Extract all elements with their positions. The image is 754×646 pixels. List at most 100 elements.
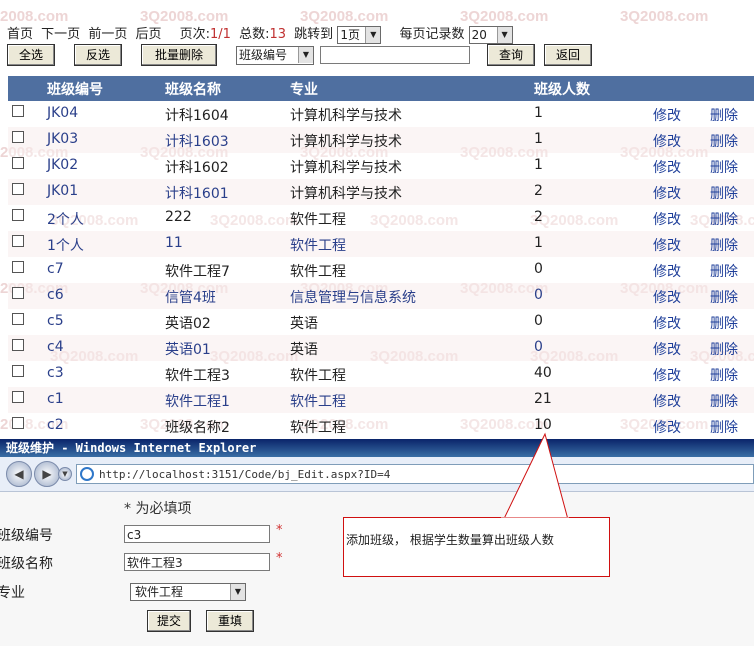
edit-link[interactable]: 修改	[653, 261, 681, 281]
cell-major: 英语	[290, 316, 318, 332]
cell-count: 0	[534, 313, 543, 329]
edit-link[interactable]: 修改	[653, 105, 681, 125]
row-checkbox[interactable]	[12, 235, 24, 247]
major-select-value: 软件工程	[135, 585, 184, 599]
forward-arrow-icon[interactable]: ▶	[34, 461, 60, 487]
cell-class-name: 11	[165, 235, 183, 251]
cell-count: 10	[534, 417, 552, 433]
cell-class-name: 英语01	[165, 342, 211, 358]
delete-link[interactable]: 删除	[710, 131, 738, 151]
delete-link[interactable]: 删除	[710, 339, 738, 359]
edit-link[interactable]: 修改	[653, 365, 681, 385]
goto-label: 跳转到	[294, 27, 334, 42]
window-title: 班级维护 - Windows Internet Explorer	[6, 441, 257, 455]
col-header-class-id: 班级编号	[47, 82, 103, 98]
cell-count: 0	[534, 339, 543, 355]
cell-class-name: 软件工程7	[165, 264, 230, 280]
cell-class-name: 222	[165, 209, 192, 225]
search-field-select[interactable]: 班级编号 ▼	[236, 46, 314, 65]
back-button[interactable]: 返回	[544, 44, 592, 66]
page-value: 1/1	[210, 27, 231, 42]
chevron-down-icon: ▼	[298, 47, 313, 63]
table-row: c2 班级名称2 软件工程 10 修改 删除	[8, 413, 754, 439]
prev-page-link[interactable]: 前一页	[88, 27, 127, 42]
class-name-input[interactable]: 软件工程3	[124, 553, 270, 571]
ie-title-bar: 班级维护 - Windows Internet Explorer	[0, 439, 754, 457]
history-dropdown-icon[interactable]: ▼	[58, 467, 72, 481]
class-id-input[interactable]: c3	[124, 525, 270, 543]
row-checkbox[interactable]	[12, 209, 24, 221]
delete-link[interactable]: 删除	[710, 287, 738, 307]
delete-link[interactable]: 删除	[710, 105, 738, 125]
cell-class-id: JK03	[47, 131, 79, 147]
delete-link[interactable]: 删除	[710, 313, 738, 333]
edit-link[interactable]: 修改	[653, 339, 681, 359]
row-checkbox[interactable]	[12, 391, 24, 403]
table-row: JK01 计科1601 计算机科学与技术 2 修改 删除	[8, 179, 754, 205]
per-page-select[interactable]: 20 ▼	[468, 25, 513, 44]
required-star: *	[276, 523, 283, 538]
delete-link[interactable]: 删除	[710, 261, 738, 281]
submit-button[interactable]: 提交	[147, 610, 191, 632]
edit-link[interactable]: 修改	[653, 391, 681, 411]
edit-link[interactable]: 修改	[653, 131, 681, 151]
cell-class-name: 英语02	[165, 316, 211, 332]
invert-selection-button[interactable]: 反选	[74, 44, 122, 66]
next-page-link[interactable]: 下一页	[41, 27, 80, 42]
total-value: 13	[269, 27, 287, 42]
callout-text: 添加班级， 根据学生数量算出班级人数	[346, 533, 554, 547]
delete-link[interactable]: 删除	[710, 365, 738, 385]
cell-major: 软件工程	[290, 264, 346, 280]
query-button[interactable]: 查询	[487, 44, 535, 66]
row-checkbox[interactable]	[12, 157, 24, 169]
edit-link[interactable]: 修改	[653, 209, 681, 229]
delete-link[interactable]: 删除	[710, 209, 738, 229]
row-checkbox[interactable]	[12, 365, 24, 377]
edit-link[interactable]: 修改	[653, 157, 681, 177]
table-row: 1个人 11 软件工程 1 修改 删除	[8, 231, 754, 257]
edit-link[interactable]: 修改	[653, 313, 681, 333]
batch-delete-button[interactable]: 批量删除	[141, 44, 217, 66]
cell-count: 1	[534, 235, 543, 251]
row-checkbox[interactable]	[12, 131, 24, 143]
search-input[interactable]	[320, 46, 470, 64]
row-checkbox[interactable]	[12, 105, 24, 117]
cell-major: 软件工程	[290, 368, 346, 384]
annotation-callout: 添加班级， 根据学生数量算出班级人数	[343, 517, 610, 577]
cell-class-id: 2个人	[47, 212, 84, 228]
edit-link[interactable]: 修改	[653, 417, 681, 437]
row-checkbox[interactable]	[12, 339, 24, 351]
cell-class-id: JK02	[47, 157, 79, 173]
delete-link[interactable]: 删除	[710, 235, 738, 255]
select-all-button[interactable]: 全选	[7, 44, 55, 66]
first-page-link[interactable]: 首页	[7, 27, 33, 42]
row-checkbox[interactable]	[12, 417, 24, 429]
table-row: JK02 计科1602 计算机科学与技术 1 修改 删除	[8, 153, 754, 179]
row-checkbox[interactable]	[12, 313, 24, 325]
table-row: c6 信管4班 信息管理与信息系统 0 修改 删除	[8, 283, 754, 309]
pager: 首页 下一页 前一页 后页 页次:1/1 总数:13 跳转到 1页 ▼ 每页记录数…	[7, 23, 513, 44]
edit-link[interactable]: 修改	[653, 183, 681, 203]
cell-major: 信息管理与信息系统	[290, 290, 416, 306]
delete-link[interactable]: 删除	[710, 417, 738, 437]
goto-page-select[interactable]: 1页 ▼	[337, 25, 382, 44]
goto-page-value: 1页	[340, 27, 360, 42]
row-checkbox[interactable]	[12, 183, 24, 195]
delete-link[interactable]: 删除	[710, 157, 738, 177]
cell-class-name: 计科1602	[165, 160, 229, 176]
reset-button[interactable]: 重填	[206, 610, 254, 632]
row-checkbox[interactable]	[12, 287, 24, 299]
edit-link[interactable]: 修改	[653, 287, 681, 307]
total-label: 总数:	[239, 27, 270, 42]
delete-link[interactable]: 删除	[710, 391, 738, 411]
search-field-value: 班级编号	[239, 48, 288, 62]
last-page-link[interactable]: 后页	[135, 27, 161, 42]
table-row: c7 软件工程7 软件工程 0 修改 删除	[8, 257, 754, 283]
cell-class-name: 计科1604	[165, 108, 229, 124]
major-select[interactable]: 软件工程 ▼	[130, 583, 246, 601]
edit-link[interactable]: 修改	[653, 235, 681, 255]
address-bar[interactable]: http://localhost:3151/Code/bj_Edit.aspx?…	[76, 464, 754, 484]
back-arrow-icon[interactable]: ◀	[6, 461, 32, 487]
row-checkbox[interactable]	[12, 261, 24, 273]
delete-link[interactable]: 删除	[710, 183, 738, 203]
